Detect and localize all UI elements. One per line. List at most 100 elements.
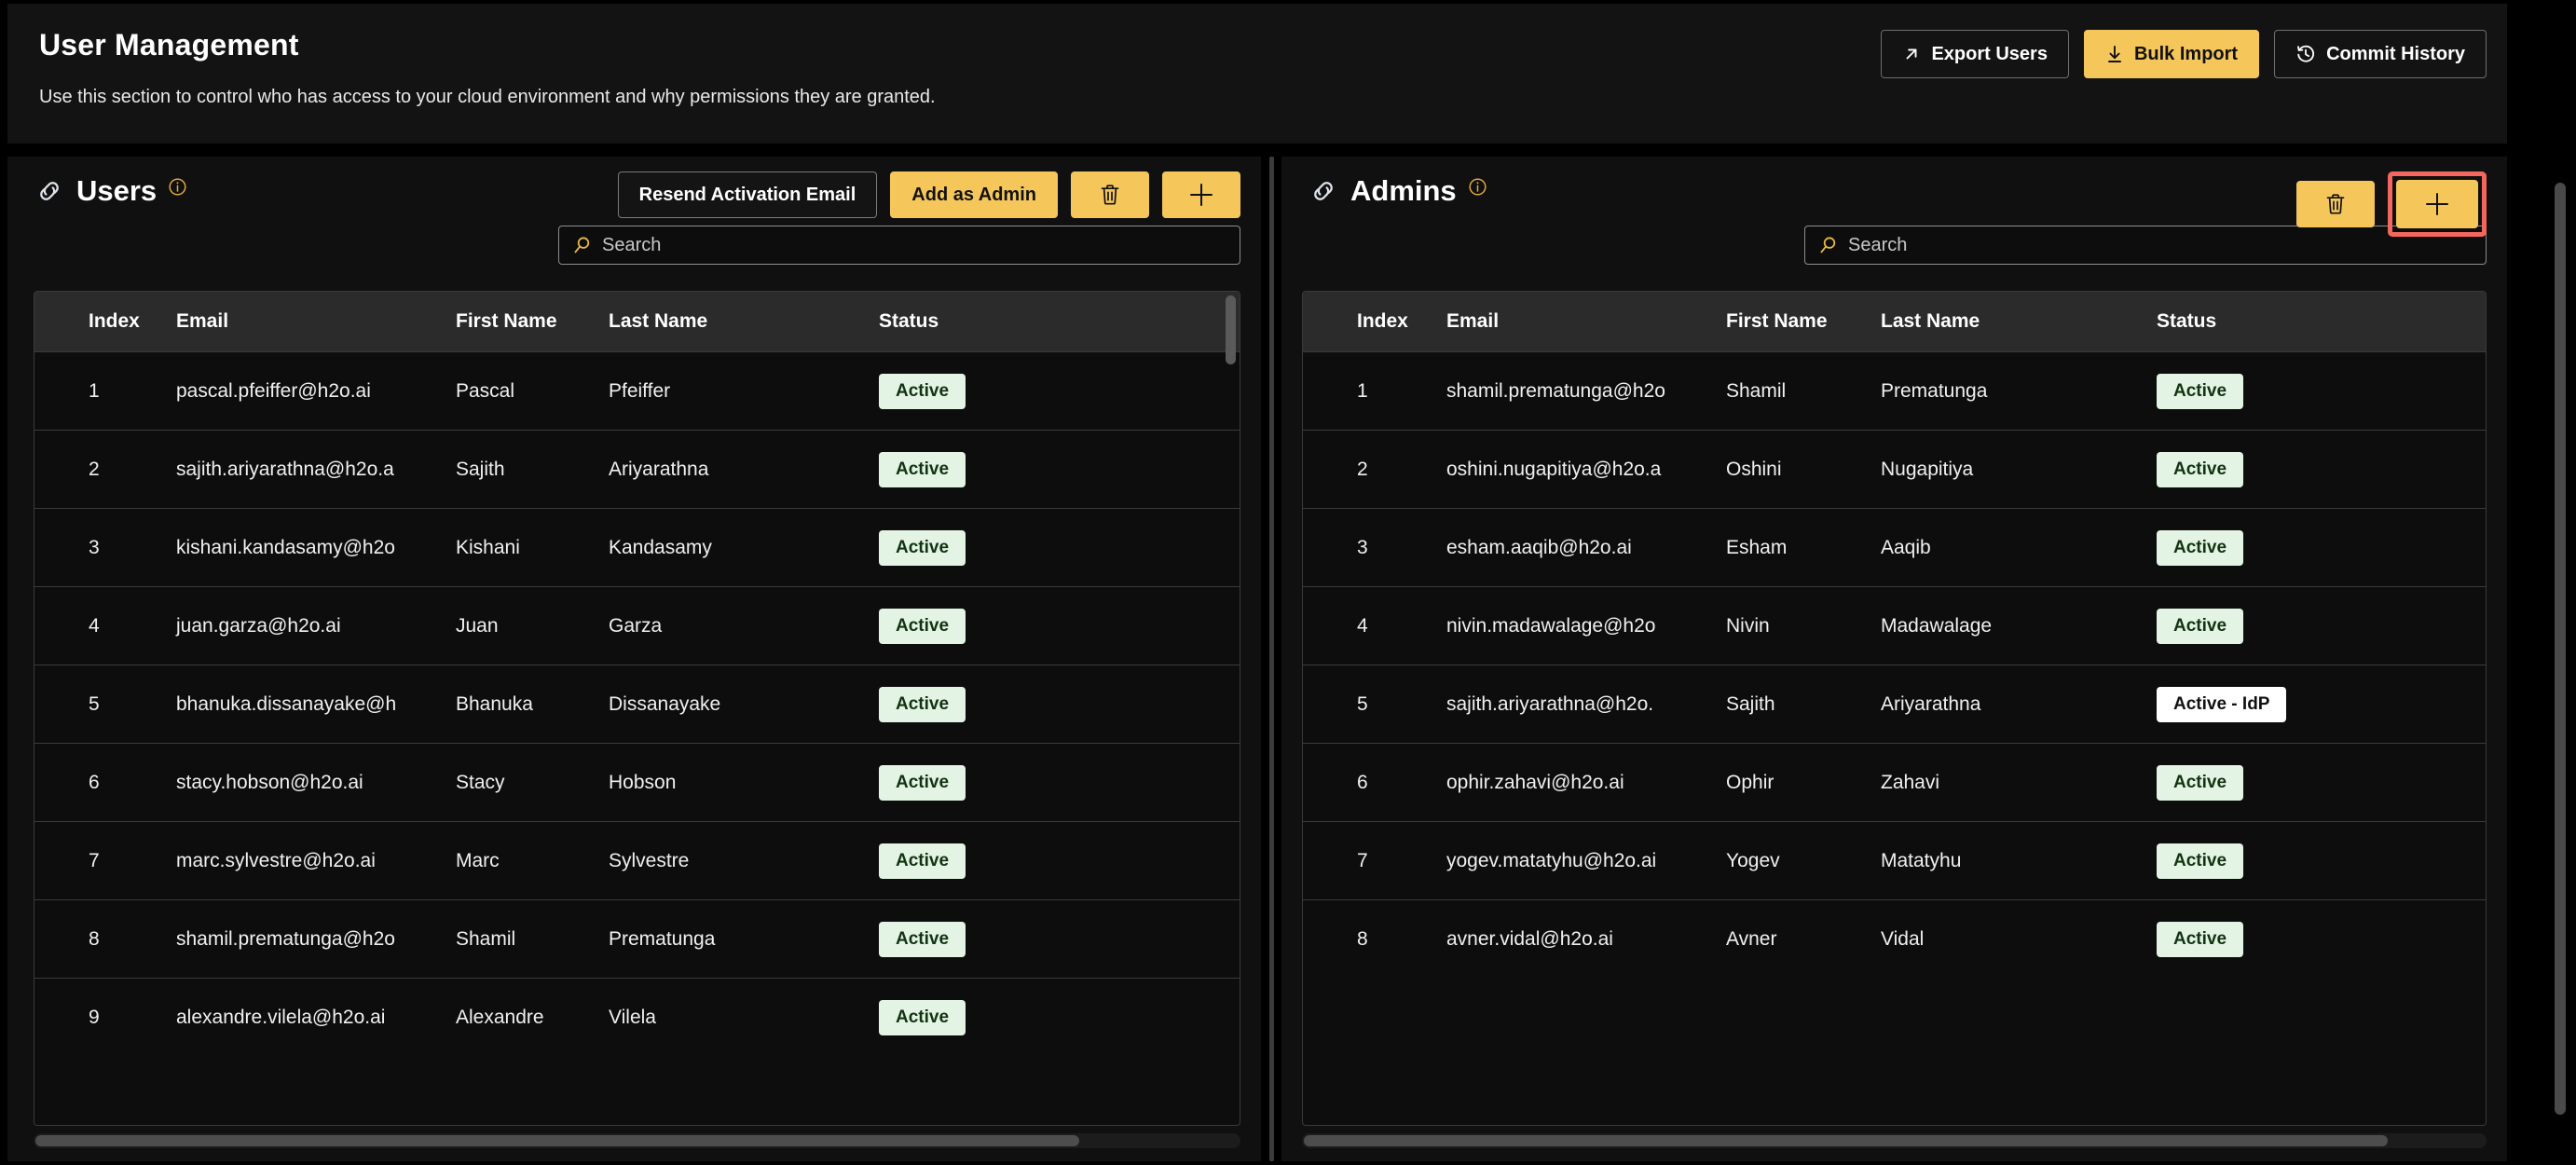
status-badge: Active - IdP xyxy=(2157,687,2286,722)
delete-admins-button[interactable] xyxy=(2296,181,2375,227)
users-table-vertical-scrollbar[interactable] xyxy=(1226,295,1236,1119)
cell-status: Active xyxy=(2142,374,2384,409)
cell-first-name: Bhanuka xyxy=(441,693,594,716)
cell-last-name: Aaqib xyxy=(1866,537,2142,559)
users-search-row: Search xyxy=(7,226,1261,280)
table-row[interactable]: 6ophir.zahavi@h2o.aiOphirZahavi Active xyxy=(1303,743,2486,821)
column-header-email[interactable]: Email xyxy=(161,310,441,333)
scrollbar-thumb[interactable] xyxy=(2555,183,2566,1115)
cell-status: Active xyxy=(864,374,1106,409)
cell-email: oshini.nugapitiya@h2o.a xyxy=(1432,459,1711,481)
table-row[interactable]: 4nivin.madawalage@h2oNivinMadawalageActi… xyxy=(1303,586,2486,665)
status-badge: Active xyxy=(2157,609,2243,644)
admins-search-placeholder: Search xyxy=(1848,235,1907,256)
cell-last-name: Garza xyxy=(594,615,864,637)
cell-email: ophir.zahavi@h2o.ai xyxy=(1432,772,1711,794)
status-badge: Active xyxy=(879,687,966,722)
cell-first-name: Ophir xyxy=(1711,772,1866,794)
cell-index: 6 xyxy=(34,772,161,794)
admins-table-horizontal-scrollbar[interactable] xyxy=(1302,1133,2487,1148)
cell-index: 8 xyxy=(1303,928,1432,951)
table-row[interactable]: 5bhanuka.dissanayake@hBhanukaDissanayake… xyxy=(34,665,1240,743)
cell-index: 1 xyxy=(34,380,161,403)
cell-first-name: Stacy xyxy=(441,772,594,794)
cell-status: Active xyxy=(864,687,1106,722)
export-users-button[interactable]: Export Users xyxy=(1881,30,2069,78)
cell-first-name: Pascal xyxy=(441,380,594,403)
cell-index: 2 xyxy=(1303,459,1432,481)
download-arrow-icon xyxy=(2105,44,2124,64)
cell-last-name: Nugapitiya xyxy=(1866,459,2142,481)
cell-index: 1 xyxy=(1303,380,1432,403)
panels-container: Users Resend Activation Email Add as Adm… xyxy=(7,157,2507,1161)
column-header-first-name[interactable]: First Name xyxy=(1711,310,1866,333)
cell-first-name: Shamil xyxy=(441,928,594,951)
commit-history-button[interactable]: Commit History xyxy=(2274,30,2487,78)
table-row[interactable]: 3kishani.kandasamy@h2oKishaniKandasamyAc… xyxy=(34,508,1240,586)
users-search-input[interactable]: Search xyxy=(558,226,1240,265)
admins-panel: Admins xyxy=(1281,157,2507,1161)
table-row[interactable]: 1shamil.prematunga@h2oShamilPrematungaAc… xyxy=(1303,351,2486,430)
cell-last-name: Kandasamy xyxy=(594,537,864,559)
table-row[interactable]: 1pascal.pfeiffer@h2o.aiPascalPfeifferAct… xyxy=(34,351,1240,430)
table-row[interactable]: 3esham.aaqib@h2o.aiEshamAaqibActive xyxy=(1303,508,2486,586)
add-as-admin-button[interactable]: Add as Admin xyxy=(890,171,1058,218)
page-subtitle: Use this section to control who has acce… xyxy=(39,87,936,108)
users-panel: Users Resend Activation Email Add as Adm… xyxy=(7,157,1261,1161)
add-user-button[interactable] xyxy=(1162,171,1240,218)
delete-users-button[interactable] xyxy=(1071,171,1149,218)
status-badge: Active xyxy=(2157,765,2243,801)
info-circle-icon[interactable] xyxy=(1468,177,1487,197)
cell-first-name: Juan xyxy=(441,615,594,637)
table-row[interactable]: 2oshini.nugapitiya@h2o.aOshiniNugapitiya… xyxy=(1303,430,2486,508)
cell-email: sajith.ariyarathna@h2o.a xyxy=(161,459,441,481)
resend-activation-email-button[interactable]: Resend Activation Email xyxy=(618,171,878,218)
table-row[interactable]: 5sajith.ariyarathna@h2o.SajithAriyarathn… xyxy=(1303,665,2486,743)
cell-email: marc.sylvestre@h2o.ai xyxy=(161,850,441,872)
table-row[interactable]: 8avner.vidal@h2o.aiAvnerVidalActive xyxy=(1303,899,2486,978)
bulk-import-button[interactable]: Bulk Import xyxy=(2084,30,2259,78)
users-table: Index Email First Name Last Name Status … xyxy=(34,291,1240,1126)
status-badge: Active xyxy=(879,1000,966,1035)
table-row[interactable]: 9alexandre.vilela@h2o.aiAlexandreVilelaA… xyxy=(34,978,1240,1056)
page-vertical-scrollbar[interactable] xyxy=(2552,0,2569,1165)
users-table-horizontal-scrollbar[interactable] xyxy=(34,1133,1240,1148)
cell-index: 4 xyxy=(1303,615,1432,637)
table-row[interactable]: 6stacy.hobson@h2o.aiStacyHobsonActive xyxy=(34,743,1240,821)
panel-resize-handle[interactable] xyxy=(1261,157,1281,1161)
status-badge: Active xyxy=(879,765,966,801)
cell-status: Active xyxy=(2142,609,2384,644)
cell-index: 6 xyxy=(1303,772,1432,794)
cell-last-name: Hobson xyxy=(594,772,864,794)
users-table-header: Index Email First Name Last Name Status xyxy=(34,292,1240,351)
table-row[interactable]: 2sajith.ariyarathna@h2o.aSajithAriyarath… xyxy=(34,430,1240,508)
column-header-status[interactable]: Status xyxy=(864,310,1106,333)
scrollbar-thumb[interactable] xyxy=(1226,295,1236,364)
column-header-index[interactable]: Index xyxy=(34,310,161,333)
add-admin-button[interactable] xyxy=(2396,180,2478,228)
users-table-body: 1pascal.pfeiffer@h2o.aiPascalPfeifferAct… xyxy=(34,351,1240,1056)
cell-email: shamil.prematunga@h2o xyxy=(161,928,441,951)
table-row[interactable]: 8shamil.prematunga@h2oShamilPrematungaAc… xyxy=(34,899,1240,978)
cell-last-name: Prematunga xyxy=(594,928,864,951)
column-header-email[interactable]: Email xyxy=(1432,310,1711,333)
scrollbar-thumb[interactable] xyxy=(35,1135,1079,1146)
table-row[interactable]: 4juan.garza@h2o.aiJuanGarzaActive xyxy=(34,586,1240,665)
cell-last-name: Zahavi xyxy=(1866,772,2142,794)
page-header: User Management Use this section to cont… xyxy=(7,4,2507,144)
admins-table-body: 1shamil.prematunga@h2oShamilPrematungaAc… xyxy=(1303,351,2486,978)
scrollbar-thumb[interactable] xyxy=(1304,1135,2388,1146)
column-header-last-name[interactable]: Last Name xyxy=(594,310,864,333)
table-row[interactable]: 7yogev.matatyhu@h2o.aiYogevMatatyhuActiv… xyxy=(1303,821,2486,899)
cell-status: Active xyxy=(864,765,1106,801)
cell-status: Active xyxy=(864,609,1106,644)
column-header-first-name[interactable]: First Name xyxy=(441,310,594,333)
column-header-last-name[interactable]: Last Name xyxy=(1866,310,2142,333)
cell-email: nivin.madawalage@h2o xyxy=(1432,615,1711,637)
column-header-status[interactable]: Status xyxy=(2142,310,2384,333)
cell-status: Active - IdP xyxy=(2142,687,2384,722)
info-circle-icon[interactable] xyxy=(168,177,187,197)
column-header-index[interactable]: Index xyxy=(1303,310,1432,333)
cell-status: Active xyxy=(2142,843,2384,879)
table-row[interactable]: 7marc.sylvestre@h2o.aiMarcSylvestreActiv… xyxy=(34,821,1240,899)
